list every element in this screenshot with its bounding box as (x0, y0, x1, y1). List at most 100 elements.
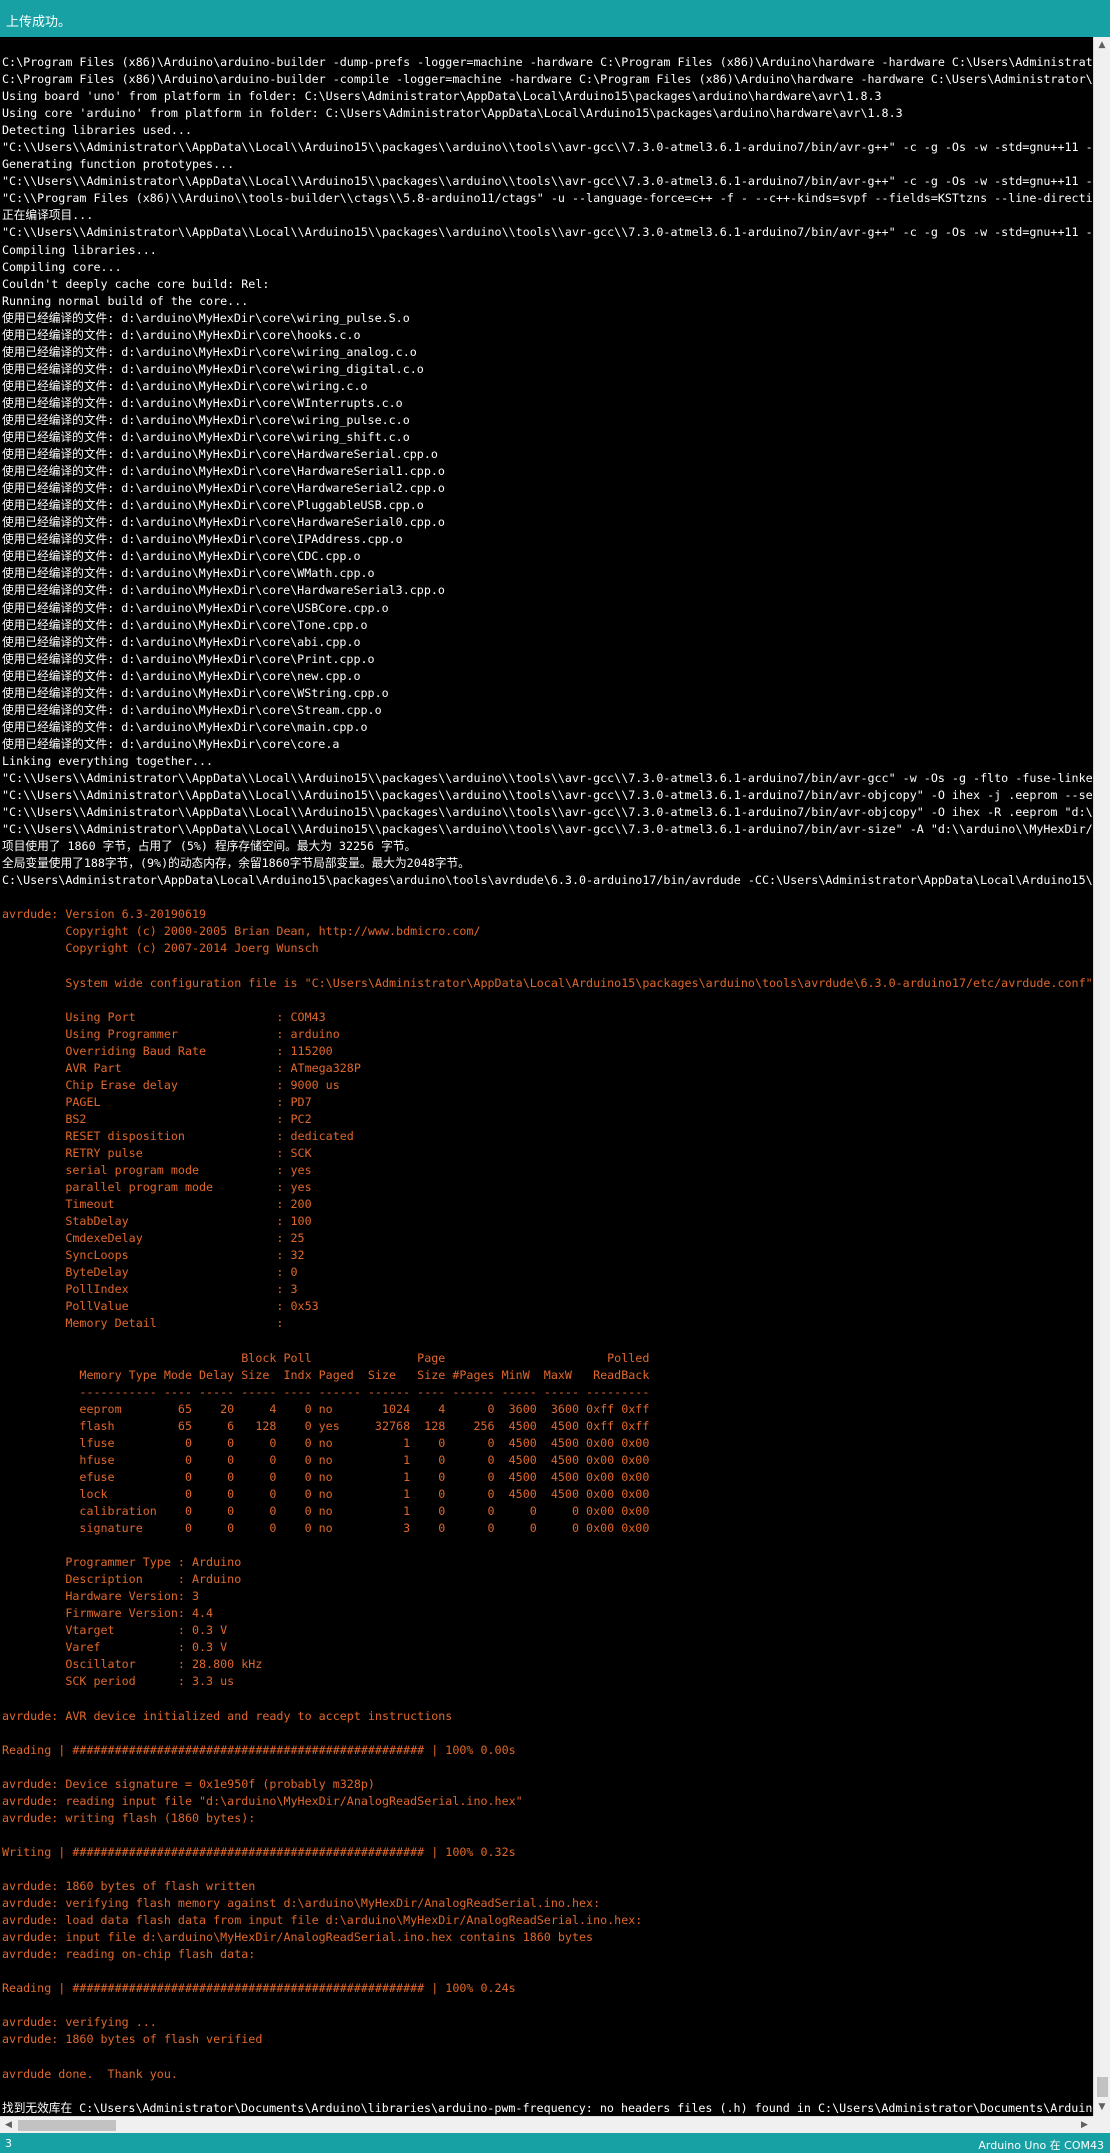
board-port-label: Arduino Uno 在 COM43 (978, 2139, 1104, 2152)
console-line: 使用已经编译的文件: d:\arduino\MyHexDir\core\CDC.… (2, 549, 361, 564)
console-line: Linking everything together... (2, 753, 214, 768)
console-line: avrdude: reading on-chip flash data: (2, 1947, 256, 1962)
console-line: ----------- ---- ----- ----- ---- ------… (2, 1384, 650, 1399)
console-line: avrdude: reading input file "d:\arduino\… (2, 1793, 523, 1808)
console-line: Writing | ##############################… (2, 1844, 516, 1859)
console-line: avrdude: input file d:\arduino\MyHexDir/… (2, 1930, 594, 1945)
console-line: avrdude: 1860 bytes of flash verified (2, 2032, 263, 2047)
console-line: lfuse 0 0 0 0 no 1 0 0 4500 4500 0x00 0x… (2, 1435, 650, 1450)
console-line: avrdude: writing flash (1860 bytes): (2, 1810, 256, 1825)
console-line: SCK period : 3.3 us (2, 1674, 235, 1689)
scroll-up-arrow-icon[interactable]: ▲ (1094, 37, 1110, 54)
console-line: avrdude: verifying ... (2, 2015, 157, 2030)
console-line: PAGEL : PD7 (2, 1094, 312, 1109)
console-line: SyncLoops : 32 (2, 1248, 305, 1263)
vertical-scrollbar[interactable]: ▲ ▼ (1093, 37, 1110, 2116)
console-line: 使用已经编译的文件: d:\arduino\MyHexDir\core\USBC… (2, 600, 389, 615)
console-line: 正在编译项目... (2, 208, 94, 223)
upload-status-message: 上传成功。 (6, 15, 72, 30)
console-line: C:\Program Files (x86)\Arduino\arduino-b… (2, 72, 1093, 87)
console-line: ByteDelay : 0 (2, 1265, 298, 1280)
console-line: StabDelay : 100 (2, 1214, 312, 1229)
console-line: "C:\\Users\\Administrator\\AppData\\Loca… (2, 822, 1093, 837)
console-line: 使用已经编译的文件: d:\arduino\MyHexDir\core\Plug… (2, 498, 424, 513)
console-line: Detecting libraries used... (2, 123, 192, 138)
horizontal-scrollbar[interactable]: ◀ ▶ (0, 2116, 1093, 2133)
console-line: 使用已经编译的文件: d:\arduino\MyHexDir\core\wiri… (2, 344, 417, 359)
console-line: Generating function prototypes... (2, 157, 235, 172)
console-line: Overriding Baud Rate : 115200 (2, 1043, 333, 1058)
console-line: C:\Program Files (x86)\Arduino\arduino-b… (2, 55, 1093, 69)
console-line: Reading | ##############################… (2, 1742, 516, 1757)
console-line: efuse 0 0 0 0 no 1 0 0 4500 4500 0x00 0x… (2, 1469, 650, 1484)
console-line: Varef : 0.3 V (2, 1640, 228, 1655)
console-output[interactable]: C:\Program Files (x86)\Arduino\arduino-b… (0, 37, 1093, 2116)
console-line: 使用已经编译的文件: d:\arduino\MyHexDir\core\core… (2, 736, 340, 751)
console-line: "C:\\Users\\Administrator\\AppData\\Loca… (2, 805, 1093, 820)
console-line: "C:\\Users\\Administrator\\AppData\\Loca… (2, 140, 1093, 155)
console-line: lock 0 0 0 0 no 1 0 0 4500 4500 0x00 0x0… (2, 1486, 650, 1501)
console-line: 使用已经编译的文件: d:\arduino\MyHexDir\core\Hard… (2, 583, 445, 598)
console-line: 使用已经编译的文件: d:\arduino\MyHexDir\core\WMat… (2, 566, 375, 581)
vertical-scroll-thumb[interactable] (1097, 2077, 1108, 2097)
console-line: 使用已经编译的文件: d:\arduino\MyHexDir\core\Hard… (2, 481, 445, 496)
console-line: 使用已经编译的文件: d:\arduino\MyHexDir\core\main… (2, 719, 368, 734)
console-line: RETRY pulse : SCK (2, 1146, 312, 1160)
console-line: System wide configuration file is "C:\Us… (2, 975, 1093, 990)
console-line: "C:\\Users\\Administrator\\AppData\\Loca… (2, 788, 1093, 803)
console-line: "C:\\Users\\Administrator\\AppData\\Loca… (2, 174, 1093, 189)
console-line: Using Programmer : arduino (2, 1026, 340, 1041)
console-line: flash 65 6 128 0 yes 32768 128 256 4500 … (2, 1418, 650, 1433)
console-line: 找到无效库在 C:\Users\Administrator\Documents\… (2, 2100, 1093, 2115)
console-line: Reading | ##############################… (2, 1981, 516, 1996)
console-line: Firmware Version: 4.4 (2, 1606, 214, 1621)
console-line: RESET disposition : dedicated (2, 1128, 354, 1143)
console-line: 使用已经编译的文件: d:\arduino\MyHexDir\core\Prin… (2, 651, 375, 666)
console-line: "C:\\Users\\Administrator\\AppData\\Loca… (2, 770, 1093, 785)
console-line: 使用已经编译的文件: d:\arduino\MyHexDir\core\IPAd… (2, 532, 403, 547)
console-line: avrdude: AVR device initialized and read… (2, 1708, 453, 1723)
console-line: 使用已经编译的文件: d:\arduino\MyHexDir\core\Stre… (2, 702, 382, 717)
console-line: BS2 : PC2 (2, 1111, 312, 1126)
console-line: Memory Detail : (2, 1316, 284, 1331)
horizontal-scroll-thumb[interactable] (18, 2120, 116, 2131)
console-line: PollValue : 0x53 (2, 1299, 319, 1314)
console-line: Block Poll Page Polled (2, 1350, 650, 1365)
console-line: Running normal build of the core... (2, 293, 249, 308)
console-line: 使用已经编译的文件: d:\arduino\MyHexDir\core\WInt… (2, 395, 403, 410)
console-line: avrdude: Version 6.3-20190619 (2, 907, 207, 922)
console-line: avrdude: load data flash data from input… (2, 1913, 643, 1928)
console-line: Programmer Type : Arduino (2, 1555, 242, 1570)
scroll-right-arrow-icon[interactable]: ▶ (1076, 2117, 1093, 2133)
scroll-down-arrow-icon[interactable]: ▼ (1094, 2099, 1110, 2116)
console-line: 使用已经编译的文件: d:\arduino\MyHexDir\core\hook… (2, 327, 361, 342)
scrollbar-corner (1093, 2116, 1110, 2133)
console-line: 使用已经编译的文件: d:\arduino\MyHexDir\core\WStr… (2, 685, 389, 700)
console-line: Oscillator : 28.800 kHz (2, 1657, 263, 1672)
console-line: 使用已经编译的文件: d:\arduino\MyHexDir\core\Tone… (2, 617, 368, 632)
console-line: 使用已经编译的文件: d:\arduino\MyHexDir\core\wiri… (2, 361, 424, 376)
console-line: Copyright (c) 2000-2005 Brian Dean, http… (2, 924, 481, 939)
console-line: "C:\\Users\\Administrator\\AppData\\Loca… (2, 225, 1093, 240)
console-line: Hardware Version: 3 (2, 1589, 200, 1604)
console-line: avrdude: Device signature = 0x1e950f (pr… (2, 1776, 375, 1791)
upload-status-bar: 上传成功。 (0, 0, 1110, 37)
console-line: Compiling core... (2, 259, 122, 274)
console-line: Copyright (c) 2007-2014 Joerg Wunsch (2, 941, 319, 956)
console-line: Memory Type Mode Delay Size Indx Paged S… (2, 1367, 650, 1382)
console-line: 使用已经编译的文件: d:\arduino\MyHexDir\core\Hard… (2, 447, 438, 462)
console-line: hfuse 0 0 0 0 no 1 0 0 4500 4500 0x00 0x… (2, 1452, 650, 1467)
scroll-left-arrow-icon[interactable]: ◀ (0, 2117, 17, 2133)
console-line: "C:\\Program Files (x86)\\Arduino\\tools… (2, 191, 1093, 206)
console-line: eeprom 65 20 4 0 no 1024 4 0 3600 3600 0… (2, 1401, 650, 1416)
console-line: 使用已经编译的文件: d:\arduino\MyHexDir\core\abi.… (2, 634, 361, 649)
console-line: Chip Erase delay : 9000 us (2, 1077, 340, 1092)
